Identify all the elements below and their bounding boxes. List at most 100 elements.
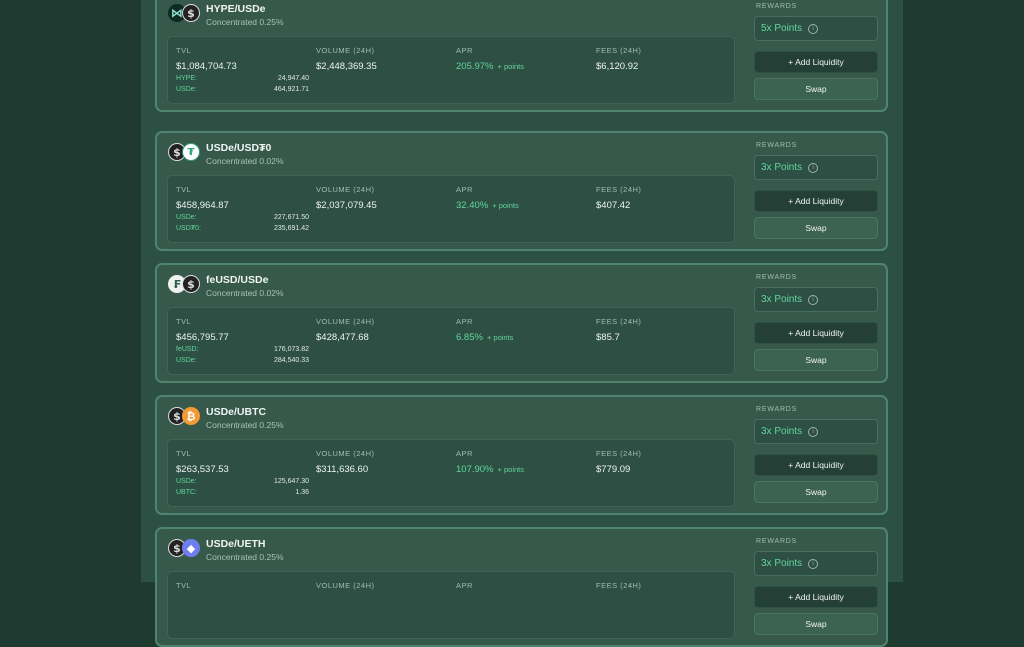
token-reserve-row: UBTC: 1.36 [176, 489, 309, 496]
rewards-label: REWARDS [756, 142, 798, 149]
rewards-points-value: 3x Points [761, 558, 803, 569]
swap-button[interactable]: Swap [754, 481, 878, 503]
token-amount: 24,947.40 [277, 75, 309, 82]
rewards-label: REWARDS [756, 538, 798, 545]
tvl-stat: TVL $1,084,704.73 [176, 46, 237, 72]
pair-icons: $ ₿ [168, 407, 202, 427]
fees-value: $407.42 [596, 200, 631, 211]
rewards-points: 5x Points i [754, 16, 878, 41]
tvl-value: $456,795.77 [176, 332, 229, 343]
fees-value: $779.09 [596, 464, 631, 475]
token-name: feUSD: [176, 346, 199, 353]
fees-label: FEES (24H) [596, 317, 642, 326]
swap-button[interactable]: Swap [754, 78, 878, 100]
add-liquidity-button[interactable]: + Add Liquidity [754, 51, 878, 73]
rewards-points: 3x Points i [754, 551, 878, 576]
ubtc-icon: ₿ [182, 407, 200, 425]
volume-value: $311,636.60 [316, 464, 369, 475]
add-liquidity-button[interactable]: + Add Liquidity [754, 454, 878, 476]
pair-icons: $ ◆ [168, 539, 202, 559]
info-icon[interactable]: i [808, 558, 819, 569]
swap-button[interactable]: Swap [754, 349, 878, 371]
token-amount: 464,921.71 [273, 86, 309, 93]
token-name: HYPE: [176, 75, 198, 82]
fees-stat: FEES (24H) $407.42 [596, 185, 641, 211]
pair-name: USDe/UETH [206, 538, 266, 550]
tvl-label: TVL [176, 317, 192, 326]
pool-card: $ ₮ USDe/USD₮0 Concentrated 0.02% TVL $4… [155, 131, 888, 251]
fees-value: $6,120.92 [596, 61, 639, 72]
info-icon[interactable]: i [808, 162, 819, 173]
tvl-value: $458,964.87 [176, 200, 229, 211]
volume-stat: VOLUME (24H) $428,477.68 [316, 317, 375, 343]
token-reserve-row: USD₮0: 235,691.42 [176, 225, 309, 232]
fees-label: FEES (24H) [596, 185, 642, 194]
apr-label: APR [456, 185, 473, 194]
rewards-points: 3x Points i [754, 419, 878, 444]
rewards-label: REWARDS [756, 3, 798, 10]
usdt0-icon: ₮ [182, 143, 200, 161]
fees-stat: FEES (24H) $6,120.92 [596, 46, 641, 72]
apr-value: 107.90% [456, 464, 494, 475]
rewards-points-value: 3x Points [761, 162, 803, 173]
add-liquidity-button[interactable]: + Add Liquidity [754, 322, 878, 344]
token-reserve-row: USDe: 227,671.50 [176, 214, 309, 221]
token-amount: 235,691.42 [273, 225, 309, 232]
token-reserve-row: feUSD: 176,073.82 [176, 346, 309, 353]
volume-value: $428,477.68 [316, 332, 369, 343]
token-reserve-row: USDe: 464,921.71 [176, 86, 309, 93]
pool-stats: TVL VOLUME (24H) APR FEES (24H) [167, 571, 735, 639]
volume-label: VOLUME (24H) [316, 185, 375, 194]
tvl-label: TVL [176, 46, 192, 55]
add-liquidity-button[interactable]: + Add Liquidity [754, 190, 878, 212]
apr-label: APR [456, 449, 473, 458]
tvl-value: $263,537.53 [176, 464, 229, 475]
tvl-stat: TVL $263,537.53 [176, 449, 229, 475]
tvl-label: TVL [176, 449, 192, 458]
swap-button[interactable]: Swap [754, 613, 878, 635]
apr-label: APR [456, 46, 473, 55]
token-amount: 284,540.33 [273, 357, 309, 364]
token-name: USDe: [176, 214, 197, 221]
apr-stat: APR 107.90% + points [456, 449, 524, 475]
pool-fee-tier: Concentrated 0.02% [206, 156, 284, 166]
apr-points: + points [497, 62, 524, 71]
add-liquidity-button[interactable]: + Add Liquidity [754, 586, 878, 608]
info-icon[interactable]: i [808, 294, 819, 305]
token-name: USDe: [176, 478, 197, 485]
pair-name: HYPE/USDe [206, 3, 266, 15]
tvl-stat: TVL $456,795.77 [176, 317, 229, 343]
token-amount: 227,671.50 [273, 214, 309, 221]
tvl-value: $1,084,704.73 [176, 61, 237, 72]
pair-name: feUSD/USDe [206, 274, 269, 286]
apr-points: + points [497, 465, 524, 474]
volume-value: $2,448,369.35 [316, 61, 377, 72]
pool-fee-tier: Concentrated 0.25% [206, 552, 284, 562]
token-name: UBTC: [176, 489, 197, 496]
apr-label: APR [456, 317, 473, 326]
pool-stats: TVL $1,084,704.73 VOLUME (24H) $2,448,36… [167, 36, 735, 104]
info-icon[interactable]: i [808, 426, 819, 437]
pair-name: USDe/UBTC [206, 406, 267, 418]
apr-stat: APR 6.85% + points [456, 317, 513, 343]
volume-stat: VOLUME (24H) $311,636.60 [316, 449, 375, 475]
tvl-label: TVL [176, 581, 192, 590]
apr-label: APR [456, 581, 473, 590]
rewards-points-value: 3x Points [761, 426, 803, 437]
usde-icon: $ [182, 4, 200, 22]
tvl-stat: TVL [176, 581, 191, 596]
token-amount: 125,647.30 [273, 478, 309, 485]
volume-stat: VOLUME (24H) $2,448,369.35 [316, 46, 377, 72]
apr-stat: APR 32.40% + points [456, 185, 519, 211]
fees-stat: FEES (24H) $85.7 [596, 317, 641, 343]
swap-button[interactable]: Swap [754, 217, 878, 239]
pair-name: USDe/USD₮0 [206, 142, 272, 154]
token-name: USDe: [176, 357, 197, 364]
rewards-points-value: 5x Points [761, 23, 803, 34]
fees-value: $85.7 [596, 332, 620, 343]
tvl-stat: TVL $458,964.87 [176, 185, 229, 211]
info-icon[interactable]: i [808, 23, 819, 34]
token-amount: 1.36 [295, 489, 309, 496]
rewards-points-value: 3x Points [761, 294, 803, 305]
pool-list: ⋈ $ HYPE/USDe Concentrated 0.25% TVL $1,… [141, 0, 903, 647]
